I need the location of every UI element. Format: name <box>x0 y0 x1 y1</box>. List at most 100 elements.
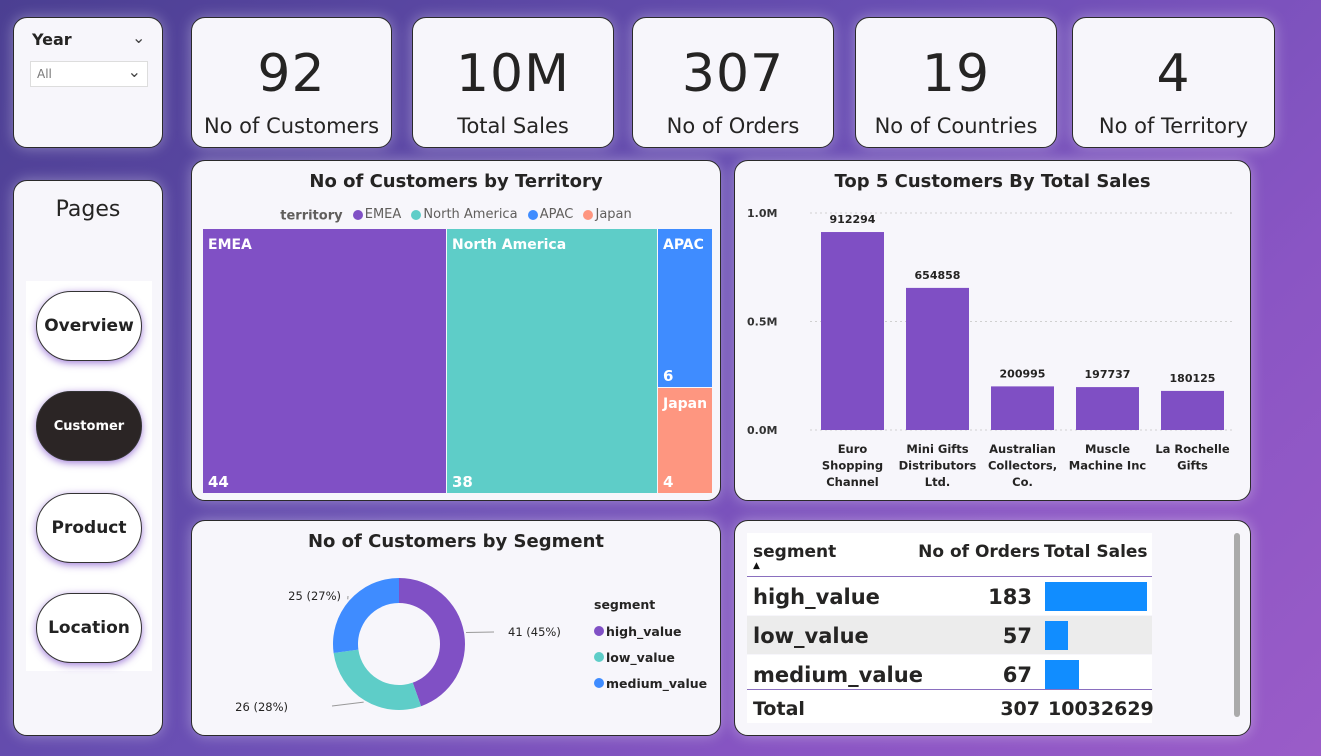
table-row[interactable]: high_value 183 <box>747 577 1152 615</box>
header-segment[interactable]: segment <box>753 542 836 562</box>
header-orders[interactable]: No of Orders <box>918 542 1040 562</box>
legend-dot <box>594 626 604 636</box>
x-tick-label: Ltd. <box>925 475 950 489</box>
nav-button-customer[interactable]: Customer <box>36 391 142 461</box>
table-header-row: segment ▲ No of Orders Total Sales <box>747 533 1152 577</box>
cell-sales-bar <box>1045 621 1069 650</box>
bar-data-label: 180125 <box>1170 372 1216 385</box>
legend-item-high-value[interactable]: high_value <box>594 618 707 644</box>
y-tick-label: 0.5M <box>747 316 777 329</box>
cell-segment: low_value <box>753 624 869 648</box>
legend-item-medium-value[interactable]: medium_value <box>594 670 707 696</box>
donut-legend: segment high_value low_value medium_valu… <box>594 597 707 696</box>
treemap-cell-label: APAC <box>663 237 704 253</box>
legend-label: EMEA <box>364 207 402 222</box>
kpi-value: 4 <box>1156 44 1191 104</box>
legend-label: Japan <box>595 207 632 222</box>
kpi-value: 307 <box>681 44 785 104</box>
x-tick-label: Channel <box>826 475 879 489</box>
bar[interactable] <box>821 232 884 430</box>
nav-button-product[interactable]: Product <box>36 493 142 563</box>
sort-ascending-icon: ▲ <box>753 561 760 571</box>
year-dropdown[interactable]: All ⌄ <box>30 61 148 87</box>
legend-dot <box>594 652 604 662</box>
y-tick-label: 0.0M <box>747 424 777 437</box>
pages-nav-panel: Pages Overview Customer Product Location <box>13 180 163 736</box>
table-row[interactable]: low_value 57 <box>747 616 1152 654</box>
y-tick-label: 1.0M <box>747 207 777 220</box>
donut-slice[interactable] <box>333 578 399 653</box>
leader-line <box>331 701 364 707</box>
x-tick-label: Collectors, <box>988 459 1057 473</box>
bar-chart-svg: 0.0M 0.5M 1.0M 912294 Euro Shopping Channel 654… <box>747 207 1235 489</box>
legend-dot <box>594 678 604 688</box>
treemap-cell-japan[interactable]: Japan 4 <box>658 388 712 493</box>
year-slicer-label: Year <box>32 30 72 49</box>
legend-label: medium_value <box>606 675 708 691</box>
kpi-card-orders: 307 No of Orders <box>632 17 834 148</box>
treemap-cell-value: 38 <box>452 473 473 491</box>
kpi-value: 19 <box>921 44 991 104</box>
chevron-down-icon[interactable]: ⌄ <box>132 28 145 47</box>
legend-dot <box>352 209 363 220</box>
treemap-cell-label: EMEA <box>208 237 252 253</box>
bar[interactable] <box>1161 390 1224 430</box>
legend-item-japan[interactable]: Japan <box>583 207 632 222</box>
x-tick-label: Muscle <box>1085 442 1130 456</box>
year-dropdown-value: All <box>37 67 52 81</box>
bar[interactable] <box>991 386 1054 430</box>
table-scrollbar[interactable] <box>1234 533 1240 717</box>
nav-buttons-area: Overview Customer Product Location <box>26 281 152 671</box>
legend-item-low-value[interactable]: low_value <box>594 644 707 670</box>
bar-data-label: 912294 <box>830 213 876 226</box>
kpi-card-sales: 10M Total Sales <box>412 17 614 148</box>
treemap-legend: territory EMEA North America APAC Japan <box>192 207 720 224</box>
cell-segment: medium_value <box>753 663 923 687</box>
bar[interactable] <box>1076 387 1139 430</box>
segment-table: segment ▲ No of Orders Total Sales high_… <box>734 520 1251 736</box>
kpi-card-customers: 92 No of Customers <box>191 17 392 148</box>
bar[interactable] <box>906 287 969 430</box>
legend-dot <box>411 209 422 220</box>
kpi-label: No of Countries <box>874 114 1038 138</box>
treemap-cell-label: North America <box>452 237 567 253</box>
nav-button-location[interactable]: Location <box>36 593 142 663</box>
x-tick-label: Co. <box>1012 475 1033 489</box>
x-tick-label: Shopping <box>822 459 883 473</box>
treemap-cell-label: Japan <box>663 396 708 412</box>
kpi-label: No of Customers <box>203 114 380 138</box>
x-tick-label: Distributors <box>899 459 977 473</box>
kpi-card-countries: 19 No of Countries <box>855 17 1057 148</box>
legend-item-north-america[interactable]: North America <box>411 207 518 222</box>
kpi-label: No of Territory <box>1098 114 1249 138</box>
total-orders: 307 <box>1000 698 1040 720</box>
legend-label: North America <box>423 207 518 222</box>
cell-orders: 67 <box>1002 663 1032 687</box>
kpi-label: Total Sales <box>457 114 569 138</box>
treemap-title: No of Customers by Territory <box>309 171 603 192</box>
treemap-cell-north-america[interactable]: North America 38 <box>447 229 657 493</box>
kpi-card-territory: 4 No of Territory <box>1072 17 1275 148</box>
treemap-cell-value: 44 <box>208 473 229 491</box>
legend-label: APAC <box>539 207 574 222</box>
legend-item-apac[interactable]: APAC <box>527 207 574 222</box>
legend-label: high_value <box>606 623 682 639</box>
table-row[interactable]: medium_value 67 <box>747 655 1152 693</box>
nav-button-overview[interactable]: Overview <box>36 291 142 361</box>
kpi-value: 10M <box>455 44 571 104</box>
donut-legend-title: segment <box>594 597 656 612</box>
donut-slice[interactable] <box>333 649 422 710</box>
cell-sales-bar <box>1045 660 1079 689</box>
treemap-cell-apac[interactable]: APAC 6 <box>658 229 712 387</box>
header-total-sales[interactable]: Total Sales <box>1044 542 1148 562</box>
legend-item-emea[interactable]: EMEA <box>352 207 402 222</box>
legend-dot <box>583 209 594 220</box>
treemap-cell-emea[interactable]: EMEA 44 <box>203 229 446 493</box>
kpi-value: 92 <box>257 44 326 104</box>
legend-label: low_value <box>606 649 675 665</box>
segment-donut-chart: No of Customers by Segment 41 (45%) 26 (2… <box>191 520 721 736</box>
total-label: Total <box>753 698 805 720</box>
table-total-row: Total 307 10032629 <box>747 689 1154 723</box>
bar-data-label: 200995 <box>1000 367 1046 380</box>
treemap-visual: No of Customers by Territory territory E… <box>191 160 721 501</box>
